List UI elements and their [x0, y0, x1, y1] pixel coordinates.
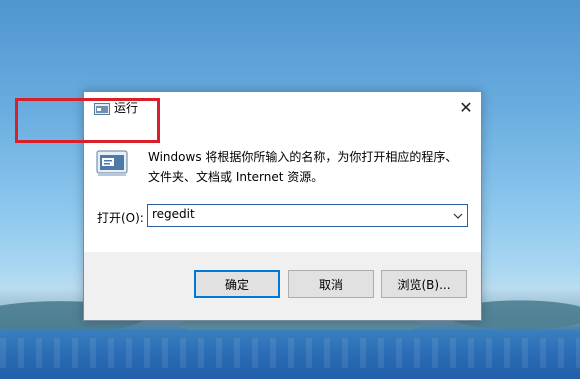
close-icon: ✕ — [459, 97, 473, 117]
desktop-sea — [0, 330, 580, 379]
close-button[interactable]: ✕ — [451, 92, 481, 122]
title-bar[interactable]: 运行 ✕ — [84, 92, 481, 122]
dialog-title: 运行 — [114, 101, 139, 115]
browse-button[interactable]: 浏览(B)... — [381, 270, 467, 298]
dialog-body: Windows 将根据你所输入的名称，为你打开相应的程序、文件夹、文档或 Int… — [84, 122, 481, 252]
chevron-down-icon[interactable] — [449, 205, 467, 226]
open-input[interactable] — [152, 207, 442, 221]
dialog-footer: 确定 取消 浏览(B)... — [84, 252, 481, 320]
run-title-icon — [94, 100, 110, 115]
dialog-description: Windows 将根据你所输入的名称，为你打开相应的程序、文件夹、文档或 Int… — [148, 150, 458, 184]
open-label: 打开(O): — [97, 211, 144, 225]
run-dialog: 运行 ✕ Windows 将根据你所输入的名称，为你打开相应的程序、文件夹、文档… — [83, 91, 482, 321]
ok-button[interactable]: 确定 — [194, 270, 280, 298]
run-program-icon — [96, 150, 128, 178]
cancel-button[interactable]: 取消 — [288, 270, 374, 298]
open-combobox[interactable] — [147, 204, 468, 227]
